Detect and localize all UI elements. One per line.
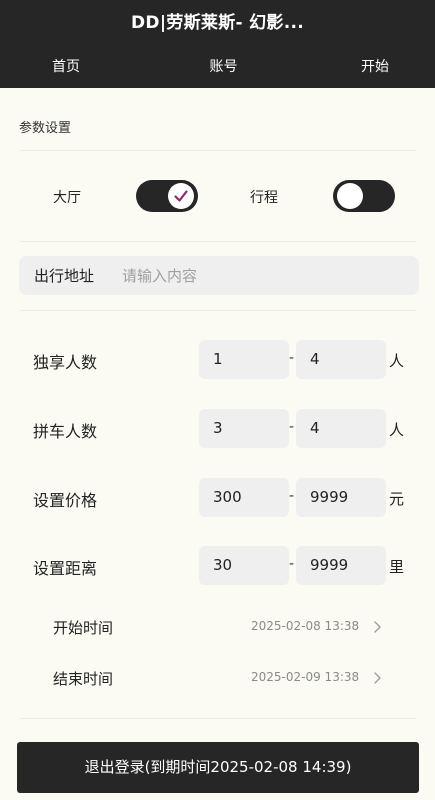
end-time-value[interactable]: 2025-02-09 13:38 xyxy=(251,670,359,684)
check-icon xyxy=(174,190,188,202)
distance-label: 设置距离 xyxy=(33,559,98,578)
toggle-knob xyxy=(337,183,363,209)
address-input[interactable] xyxy=(122,260,402,291)
price-unit: 元 xyxy=(389,490,405,508)
price-max-input[interactable]: 9999 xyxy=(296,478,386,517)
section-title: 参数设置 xyxy=(19,121,72,136)
hall-toggle-label: 大厅 xyxy=(53,190,81,206)
page-title: DD|劳斯莱斯- 幻影... xyxy=(131,13,304,33)
divider xyxy=(19,718,416,719)
distance-unit: 里 xyxy=(389,558,405,576)
price-min-input[interactable]: 300 xyxy=(199,478,289,517)
address-field-box: 出行地址 xyxy=(19,256,419,295)
range-dash: - xyxy=(289,350,295,366)
app-header: DD|劳斯莱斯- 幻影... 首页 账号 开始 xyxy=(0,0,435,88)
tab-start[interactable]: 开始 xyxy=(361,56,389,82)
carpool-unit: 人 xyxy=(389,421,405,439)
trip-toggle-label: 行程 xyxy=(250,190,278,206)
chevron-right-icon xyxy=(374,672,381,684)
carpool-count-label: 拼车人数 xyxy=(33,422,98,441)
exclusive-count-label: 独享人数 xyxy=(33,353,98,372)
toggle-knob xyxy=(168,183,194,209)
range-dash: - xyxy=(289,488,295,504)
range-dash: - xyxy=(289,419,295,435)
divider xyxy=(19,310,416,311)
logout-button[interactable]: 退出登录(到期时间2025-02-08 14:39) xyxy=(17,742,419,793)
chevron-right-icon xyxy=(374,621,381,633)
start-time-label: 开始时间 xyxy=(53,619,114,637)
price-label: 设置价格 xyxy=(33,491,98,510)
distance-min-input[interactable]: 30 xyxy=(199,546,289,585)
hall-toggle[interactable] xyxy=(136,180,198,212)
exclusive-unit: 人 xyxy=(389,352,405,370)
tab-home[interactable]: 首页 xyxy=(52,56,80,82)
divider xyxy=(19,150,416,151)
distance-max-input[interactable]: 9999 xyxy=(296,546,386,585)
address-label: 出行地址 xyxy=(34,267,95,285)
start-time-value[interactable]: 2025-02-08 13:38 xyxy=(251,619,359,633)
trip-toggle[interactable] xyxy=(333,180,395,212)
carpool-max-input[interactable]: 4 xyxy=(296,409,386,448)
end-time-label: 结束时间 xyxy=(53,670,114,688)
tab-account[interactable]: 账号 xyxy=(210,56,238,82)
exclusive-max-input[interactable]: 4 xyxy=(296,340,386,379)
range-dash: - xyxy=(289,556,295,572)
carpool-min-input[interactable]: 3 xyxy=(199,409,289,448)
top-tabs: 首页 账号 开始 xyxy=(0,56,435,82)
divider xyxy=(19,241,416,242)
exclusive-min-input[interactable]: 1 xyxy=(199,340,289,379)
